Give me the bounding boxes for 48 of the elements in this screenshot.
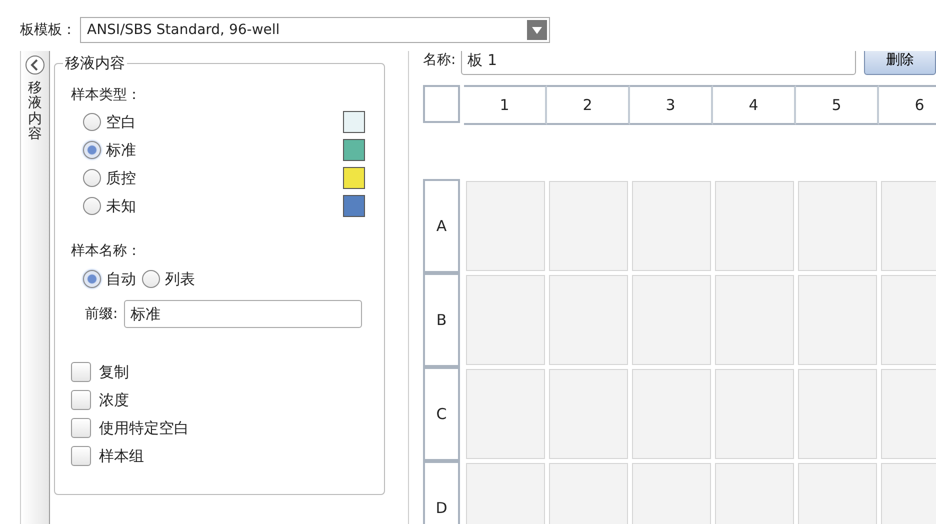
well[interactable]: [632, 275, 711, 365]
well[interactable]: [798, 181, 877, 271]
prefix-label: 前缀:: [85, 305, 118, 323]
well[interactable]: [466, 369, 545, 459]
row-header[interactable]: D: [423, 461, 460, 524]
well[interactable]: [549, 181, 628, 271]
column-header[interactable]: 3: [630, 85, 713, 125]
well[interactable]: [798, 369, 877, 459]
name-label: 名称:: [423, 51, 456, 69]
well[interactable]: [798, 275, 877, 365]
option-checkbox[interactable]: 样本组: [71, 442, 384, 470]
column-header[interactable]: 6: [879, 85, 936, 125]
name-mode-radio[interactable]: 自动: [83, 270, 136, 288]
group-title: 移液内容: [63, 54, 127, 73]
sample-type-radio[interactable]: 空白: [83, 112, 136, 132]
well[interactable]: [715, 369, 794, 459]
column-header[interactable]: 2: [547, 85, 630, 125]
delete-button[interactable]: 删除: [864, 51, 936, 75]
sample-type-radio[interactable]: 标准: [83, 140, 136, 160]
sample-type-radio[interactable]: 未知: [83, 196, 136, 216]
row-header[interactable]: C: [423, 367, 460, 461]
option-checkbox[interactable]: 浓度: [71, 386, 384, 414]
section-label: 样本类型：: [71, 86, 142, 104]
column-header[interactable]: 1: [464, 85, 547, 125]
row-header[interactable]: B: [423, 273, 460, 367]
well[interactable]: [466, 181, 545, 271]
collapse-icon[interactable]: [25, 55, 45, 75]
well[interactable]: [715, 275, 794, 365]
name-mode-radio[interactable]: 列表: [142, 270, 195, 288]
section-label: 样本名称：: [71, 242, 142, 260]
prefix-field[interactable]: 标准: [124, 300, 362, 328]
sample-type-radio[interactable]: 质控: [83, 168, 136, 188]
column-header[interactable]: 5: [796, 85, 879, 125]
name-field[interactable]: 板 1: [460, 51, 856, 75]
well[interactable]: [632, 369, 711, 459]
well[interactable]: [715, 181, 794, 271]
option-checkbox[interactable]: 使用特定空白: [71, 414, 384, 442]
side-tab-label[interactable]: 移液内容: [28, 81, 42, 143]
well[interactable]: [632, 181, 711, 271]
well[interactable]: [549, 369, 628, 459]
corner-cell: [423, 85, 460, 123]
column-header[interactable]: 4: [713, 85, 796, 125]
template-label: 板模板：: [20, 21, 76, 39]
well[interactable]: [466, 275, 545, 365]
template-dropdown[interactable]: ANSI/SBS Standard, 96-well: [80, 17, 550, 43]
well[interactable]: [549, 275, 628, 365]
option-checkbox[interactable]: 复制: [71, 358, 384, 386]
row-header[interactable]: A: [423, 179, 460, 273]
